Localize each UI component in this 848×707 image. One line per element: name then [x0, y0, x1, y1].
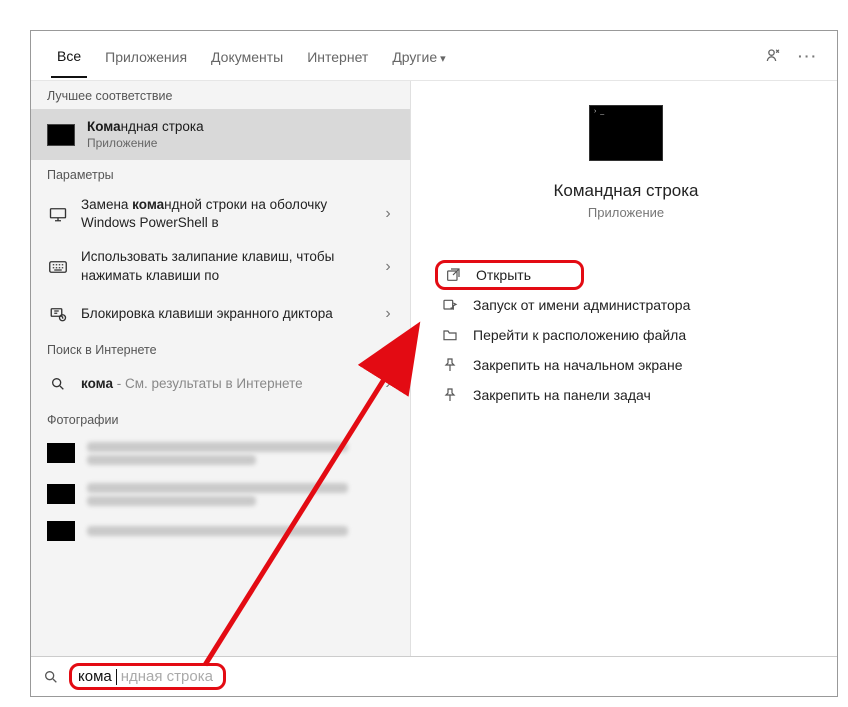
results-panel: Лучшее соответствие Командная строка При… — [31, 81, 411, 656]
settings-header: Параметры — [31, 160, 410, 188]
pin-taskbar-icon — [441, 387, 459, 403]
app-subtitle: Приложение — [588, 205, 664, 220]
tab-more[interactable]: Другие▾ — [386, 35, 451, 77]
tab-docs[interactable]: Документы — [205, 35, 289, 77]
photos-header: Фотографии — [31, 405, 410, 433]
pin-to-taskbar-action[interactable]: Закрепить на панели задач — [435, 380, 817, 410]
best-match-header: Лучшее соответствие — [31, 81, 410, 109]
open-action[interactable]: Открыть — [435, 260, 584, 290]
folder-icon — [441, 327, 459, 343]
keyboard-icon — [47, 260, 69, 274]
narrator-lock-icon — [47, 305, 69, 323]
web-search-header: Поиск в Интернете — [31, 335, 410, 363]
best-match-title: Командная строка — [87, 119, 204, 134]
pin-to-start-action[interactable]: Закрепить на начальном экране — [435, 350, 817, 380]
cmd-thumbnail-icon — [47, 124, 75, 146]
app-title: Командная строка — [553, 181, 698, 201]
settings-item[interactable]: Использовать залипание клавиш, чтобы наж… — [31, 240, 410, 292]
photo-item[interactable] — [31, 474, 410, 515]
more-options-icon[interactable]: ··· — [797, 48, 819, 64]
pin-start-icon — [441, 357, 459, 373]
best-match-subtitle: Приложение — [87, 136, 204, 150]
chevron-right-icon: › — [378, 205, 398, 223]
open-icon — [444, 267, 462, 283]
chevron-down-icon: ▾ — [440, 53, 446, 65]
settings-item[interactable]: Замена командной строки на оболочку Wind… — [31, 188, 410, 240]
tab-web[interactable]: Интернет — [301, 35, 374, 77]
admin-shield-icon — [441, 297, 459, 313]
monitor-icon — [47, 206, 69, 222]
photo-item[interactable] — [31, 433, 410, 474]
web-search-item[interactable]: кома - См. результаты в Интернете › — [31, 363, 410, 405]
app-large-icon — [589, 105, 663, 161]
search-icon — [43, 669, 59, 685]
details-panel: Командная строка Приложение Открыть Запу… — [411, 81, 837, 656]
settings-item[interactable]: Блокировка клавиши экранного диктора › — [31, 293, 410, 335]
search-input[interactable]: командная строка — [69, 663, 226, 690]
photo-item[interactable] — [31, 515, 410, 547]
tabs-bar: Все Приложения Документы Интернет Другие… — [31, 31, 837, 81]
feedback-icon[interactable] — [763, 46, 785, 66]
chevron-right-icon: › — [378, 305, 398, 323]
photo-thumbnail-icon — [47, 443, 75, 463]
chevron-right-icon: › — [378, 375, 398, 393]
search-bar[interactable]: командная строка — [31, 656, 837, 696]
open-file-location-action[interactable]: Перейти к расположению файла — [435, 320, 817, 350]
best-match-item[interactable]: Командная строка Приложение — [31, 109, 410, 160]
chevron-right-icon: › — [378, 258, 398, 276]
photo-thumbnail-icon — [47, 521, 75, 541]
search-icon — [47, 376, 69, 392]
tab-all[interactable]: Все — [51, 34, 87, 78]
tab-apps[interactable]: Приложения — [99, 35, 193, 77]
run-as-admin-action[interactable]: Запуск от имени администратора — [435, 290, 817, 320]
photo-thumbnail-icon — [47, 484, 75, 504]
